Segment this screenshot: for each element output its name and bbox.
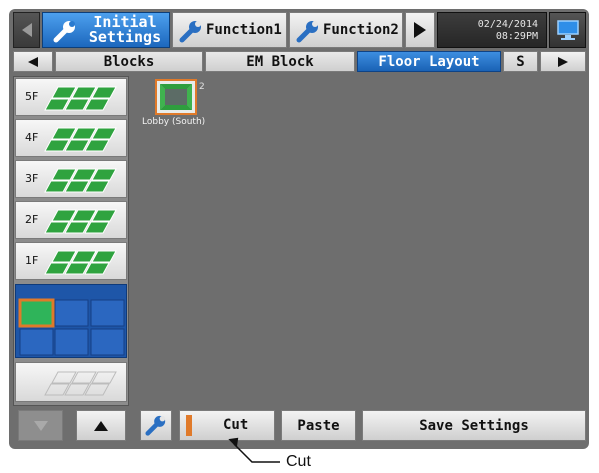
time-text: 08:29PM: [495, 31, 538, 42]
tab-function1[interactable]: Function1: [172, 12, 287, 48]
floor-item-4f[interactable]: 4F: [15, 119, 127, 157]
orange-indicator: [186, 415, 192, 436]
next-tab-button[interactable]: [405, 12, 435, 48]
floor-plan-icon: [44, 127, 117, 152]
tab-blocks[interactable]: Blocks: [55, 51, 203, 72]
wrench-icon: [53, 21, 75, 43]
tab-function2[interactable]: Function2: [289, 12, 403, 48]
floor-item-2f[interactable]: 2F: [15, 201, 127, 239]
empty-floor-icon: [44, 371, 117, 396]
floor-item-3f[interactable]: 3F: [15, 160, 127, 198]
wrench-icon: [296, 21, 318, 43]
scroll-up-button[interactable]: [76, 410, 126, 441]
tab-floor-layout[interactable]: Floor Layout: [357, 51, 501, 72]
indoor-unit-icon: [160, 84, 192, 110]
block-grid-selected[interactable]: [15, 284, 127, 358]
floor-item-empty[interactable]: [15, 362, 127, 402]
wrench-icon: [179, 21, 201, 43]
unit-number: 2: [199, 82, 205, 92]
unit-icon-lobby-south[interactable]: [155, 79, 197, 115]
tab-initial-settings[interactable]: Initial Settings: [42, 12, 170, 48]
left-arrow-icon: [28, 56, 38, 67]
tab-s[interactable]: S: [503, 51, 538, 72]
date-text: 02/24/2014: [477, 19, 538, 30]
callout-label: Cut: [286, 453, 311, 470]
floor-item-1f[interactable]: 1F: [15, 242, 127, 280]
floor-plan-icon: [44, 86, 117, 111]
monitor-icon: [556, 20, 579, 40]
scroll-down-button[interactable]: [18, 410, 63, 441]
tab-em-block[interactable]: EM Block: [205, 51, 355, 72]
right-arrow-icon: [414, 22, 426, 38]
left-arrow-icon: [21, 23, 32, 37]
up-arrow-icon: [94, 420, 108, 431]
floor-plan-icon: [44, 168, 117, 193]
down-arrow-icon: [33, 420, 48, 431]
save-settings-button[interactable]: Save Settings: [362, 410, 586, 441]
tool-button[interactable]: [140, 410, 172, 441]
subtab-prev-button[interactable]: [13, 51, 53, 72]
back-arrow-button[interactable]: [13, 12, 40, 48]
right-arrow-icon: [558, 56, 568, 67]
floor-plan-icon: [44, 209, 117, 234]
tab-initial-settings-label: Initial Settings: [88, 13, 162, 46]
datetime-display: 02/24/2014 08:29PM: [437, 12, 547, 48]
wrench-icon: [145, 415, 166, 436]
floor-item-5f[interactable]: 5F: [15, 78, 127, 116]
block-grid-icon: [18, 298, 125, 356]
floor-plan-icon: [44, 250, 117, 275]
tab-function2-label: Function2: [323, 22, 399, 38]
unit-name: Lobby (South): [142, 117, 206, 127]
tab-function1-label: Function1: [206, 22, 282, 38]
subtab-next-button[interactable]: [540, 51, 586, 72]
monitor-button[interactable]: [549, 12, 586, 48]
